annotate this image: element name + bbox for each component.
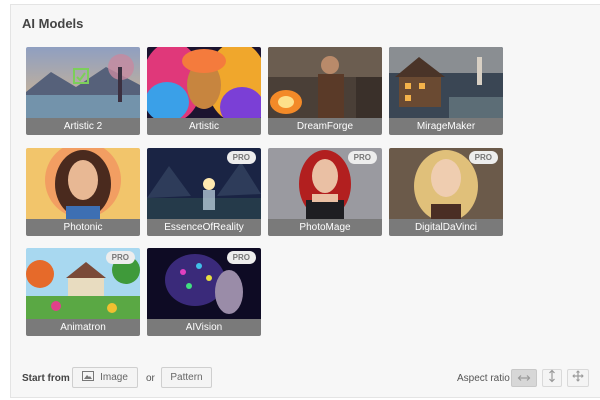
model-card-artistic[interactable]: Artistic (147, 47, 261, 135)
or-label: or (146, 373, 155, 384)
model-name: AIVision (147, 319, 261, 336)
pattern-button[interactable]: Pattern (161, 367, 212, 388)
model-thumbnail (26, 148, 140, 219)
image-button[interactable]: Image (72, 367, 138, 388)
model-name: Animatron (26, 319, 140, 336)
start-from-label: Start from (22, 373, 70, 384)
model-name: PhotoMage (268, 219, 382, 236)
vertical-arrows-icon (548, 369, 556, 388)
model-name: DreamForge (268, 118, 382, 135)
model-name: Artistic 2 (26, 118, 140, 135)
model-name: Artistic (147, 118, 261, 135)
pro-badge: PRO (105, 251, 135, 264)
model-name: DigitalDaVinci (389, 219, 503, 236)
pro-badge: PRO (226, 151, 256, 164)
model-card-miragemaker[interactable]: MirageMaker (389, 47, 503, 135)
model-card-artistic-2[interactable]: Artistic 2 (26, 47, 140, 135)
model-name: Photonic (26, 219, 140, 236)
aspect-vertical-button[interactable] (542, 369, 562, 387)
aspect-horizontal-button[interactable] (511, 369, 537, 387)
model-card-aivision[interactable]: PRO AIVision (147, 248, 261, 336)
pro-badge: PRO (347, 151, 377, 164)
model-card-dreamforge[interactable]: DreamForge (268, 47, 382, 135)
model-card-essenceofreality[interactable]: PRO EssenceOfReality (147, 148, 261, 236)
model-name: EssenceOfReality (147, 219, 261, 236)
model-name: MirageMaker (389, 118, 503, 135)
model-thumbnail (268, 47, 382, 118)
section-title: AI Models (22, 16, 84, 31)
pattern-button-label: Pattern (170, 372, 203, 383)
model-thumbnail (147, 47, 261, 118)
selected-check-icon (73, 68, 89, 84)
pro-badge: PRO (226, 251, 256, 264)
model-card-photonic[interactable]: Photonic (26, 148, 140, 236)
horizontal-arrows-icon (517, 369, 531, 387)
model-card-photomage[interactable]: PRO PhotoMage (268, 148, 382, 236)
model-card-animatron[interactable]: PRO Animatron (26, 248, 140, 336)
aspect-ratio-label: Aspect ratio (457, 373, 510, 384)
image-icon (82, 371, 95, 384)
pro-badge: PRO (468, 151, 498, 164)
model-thumbnail (389, 47, 503, 118)
image-button-label: Image (100, 372, 128, 383)
move-arrows-icon (572, 369, 584, 387)
model-card-digitaldavinci[interactable]: PRO DigitalDaVinci (389, 148, 503, 236)
aspect-move-button[interactable] (567, 369, 589, 387)
